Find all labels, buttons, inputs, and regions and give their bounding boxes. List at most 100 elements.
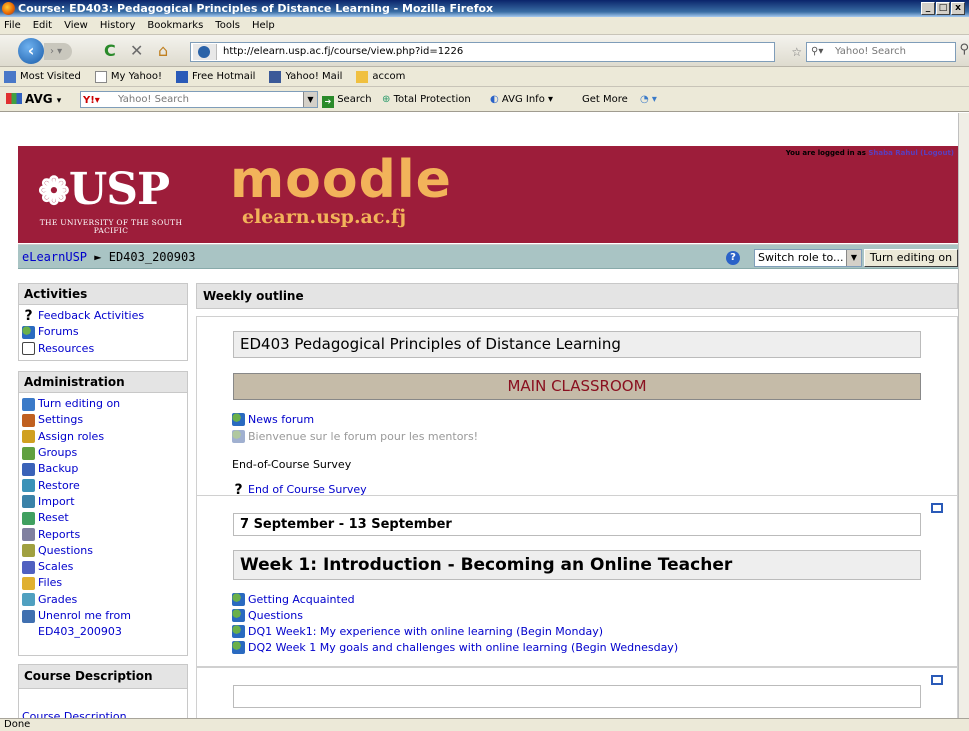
show-only-week-icon[interactable]	[931, 503, 943, 513]
close-button[interactable]: x	[951, 2, 965, 15]
bookmark-most-visited[interactable]: Most Visited	[4, 67, 81, 86]
bookmark-label: Free Hotmail	[192, 70, 256, 82]
logout-link[interactable]: (Logout)	[920, 149, 954, 157]
admin-item-questions[interactable]: Questions	[22, 543, 187, 559]
edit-icon	[22, 397, 35, 411]
forum-link-label: DQ1 Week1: My experience with online lea…	[248, 624, 604, 638]
admin-item-label: Reset	[38, 511, 69, 525]
week-1-heading: Week 1: Introduction - Becoming an Onlin…	[233, 550, 921, 580]
admin-item-groups[interactable]: Groups	[22, 445, 187, 461]
minimize-button[interactable]: _	[921, 2, 935, 15]
dq1-week1-link[interactable]: DQ1 Week1: My experience with online lea…	[232, 625, 603, 638]
avg-search-button[interactable]: ➔ Search	[322, 87, 372, 112]
back-button[interactable]: ‹	[18, 38, 44, 64]
menu-help[interactable]: Help	[252, 17, 275, 34]
turn-editing-on-button[interactable]: Turn editing on	[864, 249, 958, 267]
home-icon[interactable]: ⌂	[158, 41, 168, 61]
menu-tools[interactable]: Tools	[215, 17, 240, 34]
url-bar[interactable]: http://elearn.usp.ac.fj/course/view.php?…	[190, 42, 812, 62]
search-go-icon[interactable]: ⚲	[959, 41, 969, 59]
activity-feedback[interactable]: ? Feedback Activities	[22, 308, 187, 324]
week-2-dates	[233, 685, 921, 708]
admin-item-reports[interactable]: Reports	[22, 526, 187, 542]
vertical-scrollbar[interactable]	[958, 113, 969, 718]
chevron-down-icon[interactable]: ▼	[303, 92, 317, 107]
activity-forums[interactable]: Forums	[22, 324, 187, 340]
admin-item-turn-editing-on[interactable]: Turn editing on	[22, 396, 187, 412]
forward-button[interactable]: › ▾	[44, 43, 72, 60]
bookmark-yahoo-mail[interactable]: Yahoo! Mail	[269, 67, 342, 86]
restore-icon	[22, 479, 35, 493]
reload-icon[interactable]: C	[104, 41, 116, 61]
avg-info-button[interactable]: ◐ AVG Info ▾	[490, 87, 553, 112]
section-week-2	[196, 667, 958, 718]
reports-icon	[22, 528, 35, 542]
bienvenue-label: Bienvenue sur le forum pour les mentors!	[248, 429, 479, 443]
avg-total-protection[interactable]: ⊕ Total Protection	[382, 87, 471, 112]
search-box[interactable]: ⚲▾ Yahoo! Search ⚲	[806, 42, 969, 62]
getting-acquainted-link[interactable]: Getting Acquainted	[232, 593, 355, 606]
breadcrumb-separator: ►	[94, 250, 102, 264]
avg-extra-icon[interactable]: ◔ ▾	[640, 87, 657, 112]
activity-resources[interactable]: Resources	[22, 341, 187, 357]
news-forum-link[interactable]: News forum	[232, 413, 314, 426]
search-engine-icon[interactable]: ⚲▾	[811, 43, 823, 61]
avg-search-input[interactable]: Y!▾ Yahoo! Search ▼	[80, 91, 318, 108]
bookmarks-toolbar: Most Visited My Yahoo! Free Hotmail Yaho…	[0, 67, 969, 87]
breadcrumb-course: ED403_200903	[108, 250, 196, 264]
bookmark-my-yahoo[interactable]: My Yahoo!	[94, 67, 162, 86]
section-week-1: 7 September - 13 September Week 1: Intro…	[196, 495, 958, 667]
page-icon	[94, 70, 107, 83]
chevron-down-icon[interactable]: ▼	[846, 250, 861, 266]
admin-item-settings[interactable]: Settings	[22, 412, 187, 428]
avg-get-more[interactable]: Get More	[582, 87, 628, 112]
stop-icon[interactable]: ✕	[130, 41, 143, 61]
admin-item-import[interactable]: Import	[22, 494, 187, 510]
bienvenue-forum-link[interactable]: Bienvenue sur le forum pour les mentors!	[232, 430, 478, 443]
bookmark-free-hotmail[interactable]: Free Hotmail	[176, 67, 255, 86]
admin-item-reset[interactable]: Reset	[22, 510, 187, 526]
user-link[interactable]: Shaba Rahul	[868, 149, 917, 157]
switch-role-value: Switch role to...	[758, 251, 844, 264]
admin-item-ed403-200903[interactable]: ED403_200903	[22, 624, 187, 640]
questions-forum-link[interactable]: Questions	[232, 609, 303, 622]
page-content: ❁USP THE UNIVERSITY OF THE SOUTH PACIFIC…	[0, 113, 958, 718]
menu-file[interactable]: File	[4, 17, 21, 34]
activity-label: Feedback Activities	[38, 309, 145, 323]
course-description-title: Course Description	[19, 665, 187, 689]
bookmark-accom[interactable]: accom	[356, 67, 405, 86]
admin-item-grades[interactable]: Grades	[22, 592, 187, 608]
admin-item-backup[interactable]: Backup	[22, 461, 187, 477]
admin-item-assign-roles[interactable]: Assign roles	[22, 429, 187, 445]
admin-item-scales[interactable]: Scales	[22, 559, 187, 575]
admin-item-restore[interactable]: Restore	[22, 477, 187, 493]
course-description-link[interactable]: Course Description	[22, 709, 187, 718]
menu-history[interactable]: History	[100, 17, 136, 34]
breadcrumb-home[interactable]: eLearnUSP	[22, 250, 87, 264]
week-1-dates: 7 September - 13 September	[233, 513, 921, 536]
help-icon[interactable]: ?	[726, 251, 740, 265]
forum-icon	[232, 609, 245, 622]
admin-item-label: Scales	[38, 560, 74, 574]
menu-view[interactable]: View	[64, 17, 88, 34]
site-identity-icon[interactable]	[193, 44, 217, 60]
menu-edit[interactable]: Edit	[33, 17, 52, 34]
forum-link-label: DQ2 Week 1 My goals and challenges with …	[248, 640, 679, 654]
moodle-logo: moodle	[230, 150, 452, 210]
avg-logo[interactable]: AVG ▾	[6, 87, 61, 114]
facebook-icon	[269, 70, 282, 83]
show-only-week-icon[interactable]	[931, 675, 943, 685]
yahoo-icon[interactable]: Y!▾	[83, 93, 100, 108]
dq2-week1-link[interactable]: DQ2 Week 1 My goals and challenges with …	[232, 641, 678, 654]
window-controls: _ □ x	[921, 2, 965, 15]
forum-link-label: Questions	[248, 608, 303, 622]
window-title-bar: Course: ED403: Pedagogical Principles of…	[0, 0, 969, 17]
maximize-button[interactable]: □	[936, 2, 950, 15]
menu-bookmarks[interactable]: Bookmarks	[147, 17, 203, 34]
switch-role-select[interactable]: Switch role to... ▼	[754, 249, 862, 267]
admin-item-unenrol-me-from[interactable]: Unenrol me from	[22, 608, 187, 624]
section-0: ED403 Pedagogical Principles of Distance…	[196, 316, 958, 497]
news-forum-label: News forum	[248, 412, 315, 426]
admin-item-label: Settings	[38, 413, 84, 427]
admin-item-files[interactable]: Files	[22, 575, 187, 591]
